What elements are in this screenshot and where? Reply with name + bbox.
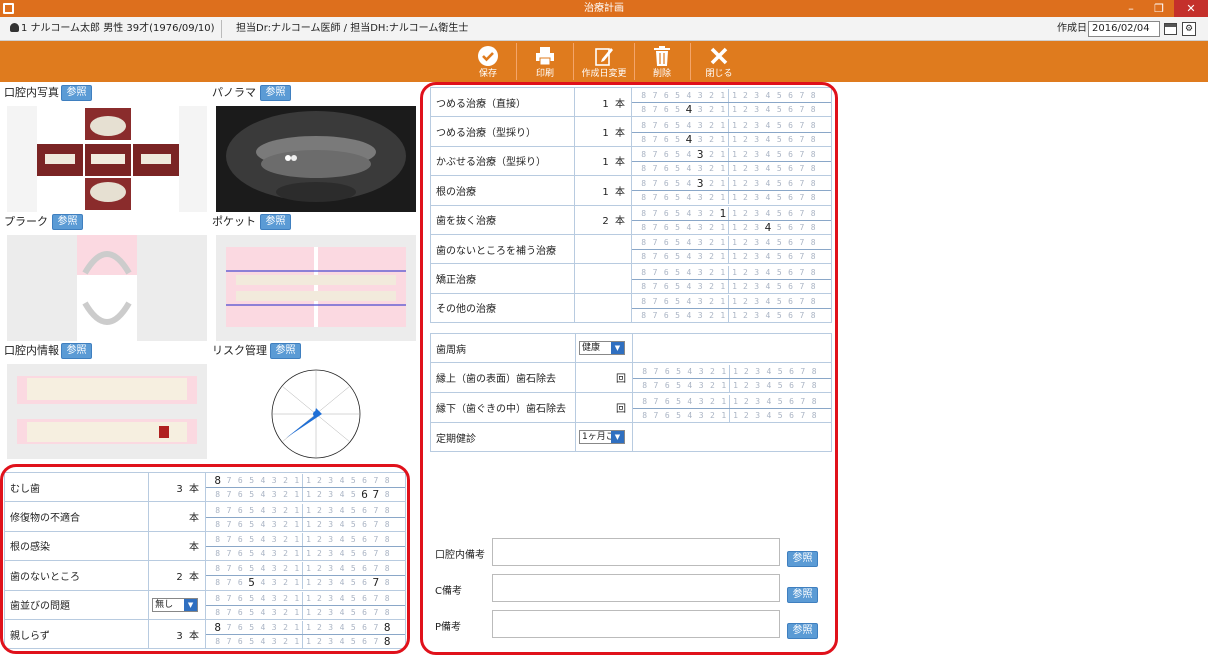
intraoral-photo-title: 口腔内写真 [4, 86, 59, 99]
trash-icon [654, 46, 670, 66]
close-label: 閉じる [705, 69, 733, 79]
panorama-title: パノラマ [212, 86, 256, 99]
intraoral-photos-image [37, 106, 179, 212]
intraoral-photo-ref-button[interactable]: 参照 [61, 85, 92, 101]
change-date-label: 作成日変更 [581, 69, 627, 79]
intraoral-info-ref-button[interactable]: 参照 [61, 343, 92, 359]
plaque-ref-button[interactable]: 参照 [52, 214, 83, 230]
print-label: 印刷 [535, 69, 554, 79]
panorama-thumbnail[interactable] [216, 106, 416, 212]
divider [221, 20, 222, 38]
print-button[interactable]: 印刷 [517, 41, 573, 82]
check-icon [478, 46, 498, 66]
delete-button[interactable]: 削除 [634, 41, 690, 82]
risk-title: リスク管理 [212, 344, 267, 357]
pocket-ref-button[interactable]: 参照 [260, 214, 291, 230]
plaque-thumbnail[interactable] [7, 235, 207, 341]
patient-info: 1 ナルコーム太郎 男性 39才(1976/09/10) [10, 17, 215, 41]
pocket-thumbnail[interactable] [216, 235, 416, 341]
close-icon [710, 47, 728, 65]
panorama-xray-image [226, 111, 406, 202]
patient-info-bar: 1 ナルコーム太郎 男性 39才(1976/09/10) 担当Dr:ナルコーム医… [0, 17, 1208, 41]
findings-highlight-box [0, 464, 410, 654]
risk-thumbnail[interactable] [216, 364, 416, 459]
risk-ref-button[interactable]: 参照 [270, 343, 301, 359]
calendar-icon[interactable] [1164, 23, 1177, 35]
printer-icon [536, 47, 554, 66]
tooth-chart-image [17, 376, 197, 444]
app-icon [3, 3, 14, 14]
pocket-title: ポケット [212, 215, 256, 228]
edit-document-icon [595, 48, 613, 66]
save-label: 保存 [478, 69, 497, 79]
pocket-chart-image [226, 247, 406, 327]
minimize-button[interactable]: – [1118, 0, 1144, 17]
intraoral-info-title: 口腔内情報 [4, 344, 59, 357]
doctor-info: 担当Dr:ナルコーム医師 / 担当DH:ナルコーム衛生士 [236, 23, 469, 34]
intraoral-info-thumbnail[interactable] [7, 364, 207, 459]
plaque-title: プラーク [4, 215, 48, 228]
patient-name: 1 ナルコーム太郎 男性 39才(1976/09/10) [21, 23, 215, 34]
close-window-button[interactable]: ✕ [1174, 0, 1208, 17]
save-button[interactable]: 保存 [460, 41, 516, 82]
treatment-highlight-box [420, 82, 838, 655]
plaque-chart-image [77, 235, 137, 341]
window-titlebar: 治療計画 – ❐ ✕ [0, 0, 1208, 17]
window-title: 治療計画 [584, 3, 624, 14]
delete-label: 削除 [652, 69, 671, 79]
created-date-field[interactable]: 2016/02/04 [1088, 21, 1160, 37]
risk-radar-chart [271, 369, 361, 459]
user-icon [10, 23, 19, 32]
panorama-ref-button[interactable]: 参照 [260, 85, 291, 101]
close-button[interactable]: 閉じる [691, 41, 747, 82]
calendar-settings-icon[interactable]: ⚙ [1182, 22, 1196, 36]
toolbar: 保存 印刷 作成日変更 削除 閉じる [0, 41, 1208, 82]
created-date-label: 作成日 [1057, 23, 1087, 34]
intraoral-photo-thumbnail[interactable] [7, 106, 207, 212]
restore-button[interactable]: ❐ [1146, 0, 1172, 17]
change-date-button[interactable]: 作成日変更 [574, 41, 634, 82]
